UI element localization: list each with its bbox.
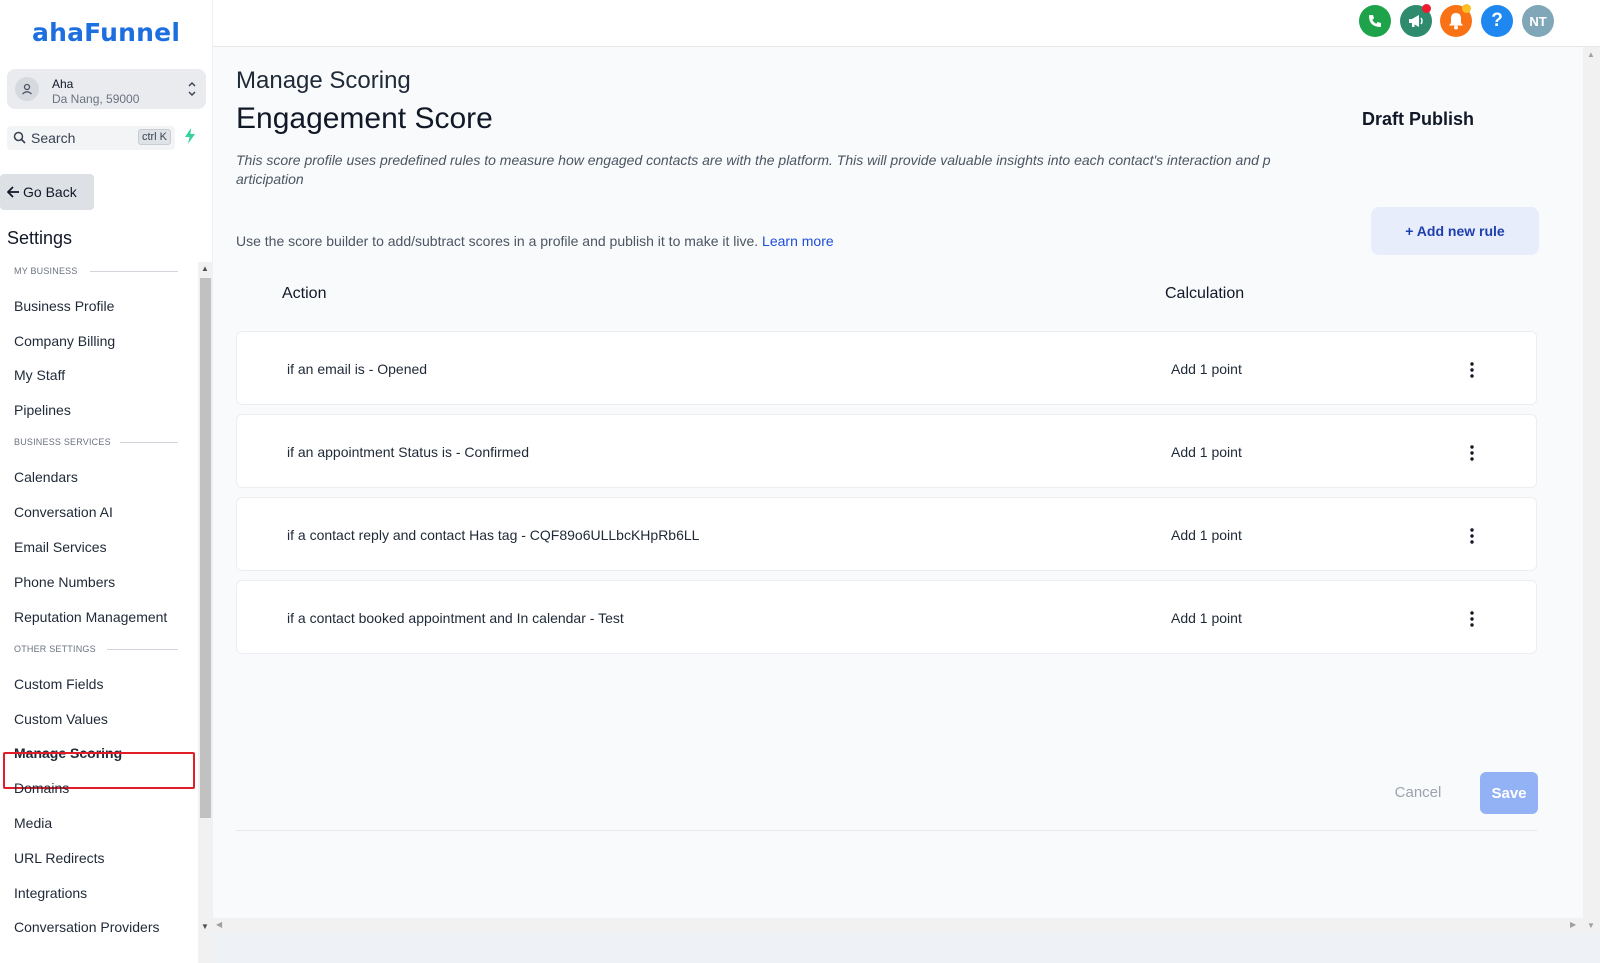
sidebar-item-company-billing[interactable]: Company Billing — [14, 333, 115, 349]
section-label-my-business: MY BUSINESS — [14, 266, 78, 276]
sidebar-item-phone-numbers[interactable]: Phone Numbers — [14, 574, 115, 590]
help-icon: ? — [1491, 10, 1503, 31]
location-address: Da Nang, 59000 — [52, 92, 140, 106]
settings-title: Settings — [7, 228, 73, 248]
bell-icon — [1449, 13, 1463, 30]
section-label-other-settings: OTHER SETTINGS — [14, 644, 96, 654]
sidebar-item-reputation-management[interactable]: Reputation Management — [14, 609, 167, 625]
sidebar-item-email-services[interactable]: Email Services — [14, 539, 107, 555]
rule-row: if an appointment Status is - Confirmed … — [236, 414, 1537, 488]
scroll-left-arrow-icon[interactable]: ◀ — [216, 920, 222, 929]
rule-calculation: Add 1 point — [1171, 527, 1242, 543]
notification-dot — [1462, 4, 1471, 13]
cancel-button[interactable]: Cancel — [1383, 780, 1453, 804]
location-avatar — [15, 77, 39, 101]
scroll-down-arrow-icon[interactable]: ▼ — [1587, 921, 1595, 930]
footer-divider — [236, 830, 1537, 831]
helper-text: Use the score builder to add/subtract sc… — [236, 233, 834, 249]
sidebar: ahaFunnel Aha Da Nang, 59000 Search ctrl… — [0, 0, 213, 963]
sidebar-item-integrations[interactable]: Integrations — [14, 885, 87, 901]
rule-row: if a contact reply and contact Has tag -… — [236, 497, 1537, 571]
sidebar-item-domains[interactable]: Domains — [14, 780, 69, 796]
brand-logo-text: ahaFunnel — [32, 18, 181, 47]
learn-more-link[interactable]: Learn more — [762, 233, 834, 249]
helper-text-body: Use the score builder to add/subtract sc… — [236, 233, 759, 249]
section-label-business-services: BUSINESS SERVICES — [14, 437, 111, 447]
more-options-icon[interactable] — [1463, 608, 1481, 630]
help-button[interactable]: ? — [1481, 5, 1513, 37]
location-switcher[interactable]: Aha Da Nang, 59000 — [7, 69, 206, 109]
rule-calculation: Add 1 point — [1171, 444, 1242, 460]
sidebar-item-my-staff[interactable]: My Staff — [14, 367, 65, 383]
chevron-updown-icon — [188, 82, 196, 96]
user-avatar[interactable]: NT — [1522, 5, 1554, 37]
section-divider — [90, 271, 178, 272]
phone-button[interactable] — [1359, 5, 1391, 37]
app-root: ahaFunnel Aha Da Nang, 59000 Search ctrl… — [0, 0, 1600, 963]
scroll-up-arrow-icon[interactable]: ▲ — [1587, 50, 1595, 59]
main-content: Manage Scoring Engagement Score Draft Pu… — [213, 47, 1583, 918]
scroll-right-arrow-icon[interactable]: ▶ — [1570, 920, 1576, 929]
location-name: Aha — [52, 77, 74, 91]
rule-action: if an email is - Opened — [287, 361, 428, 377]
sidebar-scrollbar[interactable]: ▲ ▼ — [198, 262, 212, 963]
more-options-icon[interactable] — [1463, 442, 1481, 464]
bottom-strip — [213, 933, 1600, 963]
column-header-action: Action — [282, 285, 327, 302]
sidebar-item-calendars[interactable]: Calendars — [14, 469, 78, 485]
location-pin-icon — [22, 83, 32, 95]
search-icon — [13, 131, 26, 144]
rule-action: if a contact reply and contact Has tag -… — [287, 527, 700, 543]
sidebar-item-manage-scoring[interactable]: Manage Scoring — [14, 745, 122, 761]
brand-logo[interactable]: ahaFunnel — [32, 18, 180, 47]
sidebar-item-conversation-ai[interactable]: Conversation AI — [14, 504, 113, 520]
rule-row: if an email is - Opened Add 1 point — [236, 331, 1537, 405]
rule-row: if a contact booked appointment and In c… — [236, 580, 1537, 654]
sidebar-item-business-profile[interactable]: Business Profile — [14, 298, 114, 314]
arrow-left-icon — [7, 186, 19, 198]
sidebar-item-conversation-providers[interactable]: Conversation Providers — [14, 919, 160, 935]
go-back-button[interactable]: Go Back — [0, 174, 94, 210]
go-back-label: Go Back — [23, 184, 77, 200]
sidebar-item-media[interactable]: Media — [14, 815, 52, 831]
sidebar-scroll-thumb[interactable] — [200, 278, 211, 818]
main-horizontal-scrollbar[interactable]: ◀ ▶ — [213, 918, 1583, 933]
scroll-up-arrow-icon[interactable]: ▲ — [201, 264, 209, 273]
search-shortcut: ctrl K — [137, 129, 171, 145]
more-options-icon[interactable] — [1463, 359, 1481, 381]
breadcrumb: Manage Scoring — [236, 67, 411, 94]
rule-calculation: Add 1 point — [1171, 361, 1242, 377]
notification-dot — [1422, 4, 1431, 13]
profile-description: This score profile uses predefined rules… — [236, 152, 1271, 187]
rule-calculation: Add 1 point — [1171, 610, 1242, 626]
sidebar-item-custom-fields[interactable]: Custom Fields — [14, 676, 103, 692]
status-badge: Draft Publish — [1362, 109, 1475, 129]
megaphone-icon — [1409, 15, 1423, 27]
scroll-down-arrow-icon[interactable]: ▼ — [201, 922, 209, 931]
main-vertical-scrollbar[interactable]: ▲ ▼ — [1583, 47, 1600, 933]
sidebar-item-custom-values[interactable]: Custom Values — [14, 711, 108, 727]
phone-icon — [1369, 15, 1381, 27]
section-divider — [107, 649, 178, 650]
column-header-calculation: Calculation — [1165, 285, 1245, 302]
sidebar-item-pipelines[interactable]: Pipelines — [14, 402, 71, 418]
rule-action: if an appointment Status is - Confirmed — [287, 444, 530, 460]
page-title: Engagement Score — [236, 102, 493, 135]
notifications-button[interactable] — [1440, 4, 1472, 37]
search-label: Search — [31, 130, 76, 146]
more-options-icon[interactable] — [1463, 525, 1481, 547]
rule-action: if a contact booked appointment and In c… — [287, 610, 624, 626]
save-button[interactable]: Save — [1480, 772, 1538, 814]
add-new-rule-button[interactable]: + Add new rule — [1371, 207, 1539, 255]
announcements-button[interactable] — [1400, 4, 1432, 37]
lightning-icon[interactable] — [184, 128, 196, 144]
section-divider — [120, 442, 178, 443]
user-initials: NT — [1529, 13, 1547, 29]
sidebar-search[interactable]: Search ctrl K — [7, 126, 175, 150]
topbar: ? NT — [213, 0, 1600, 47]
sidebar-item-url-redirects[interactable]: URL Redirects — [14, 850, 105, 866]
